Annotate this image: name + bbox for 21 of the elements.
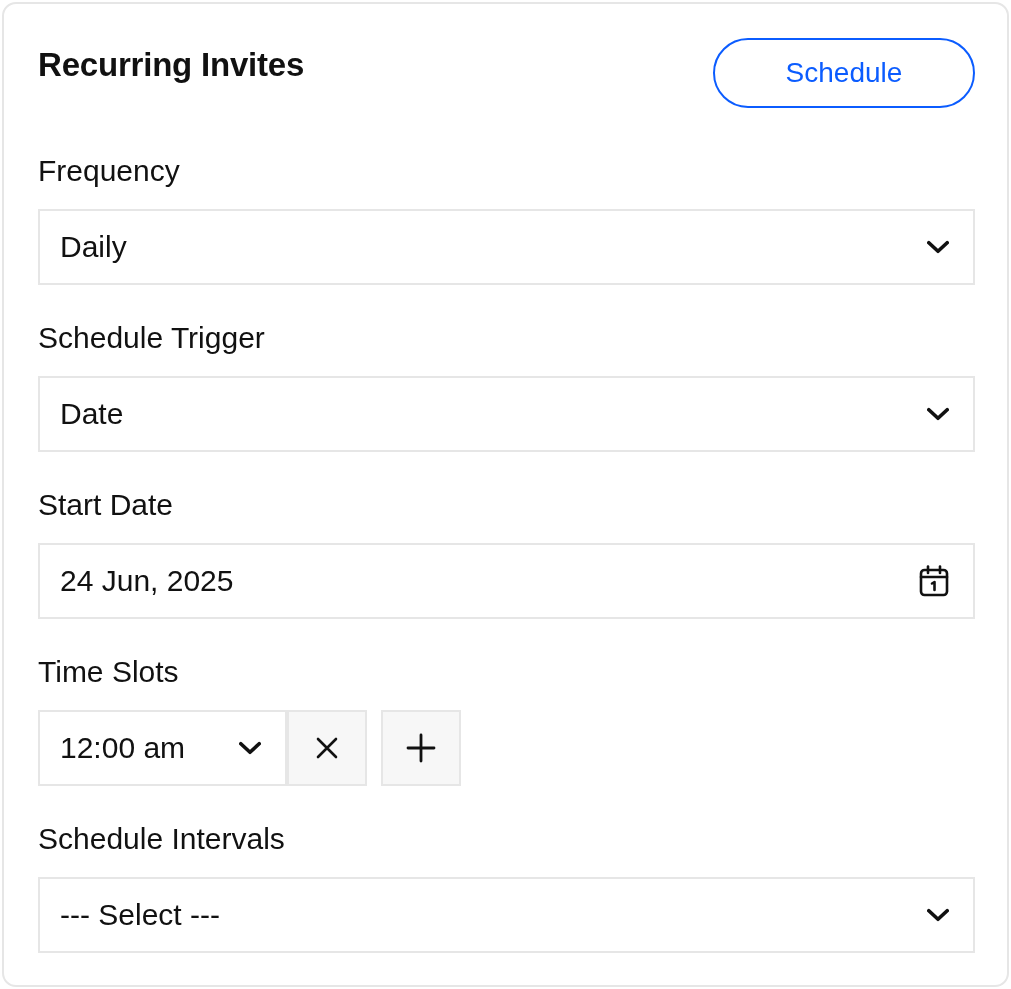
close-icon <box>316 737 338 759</box>
date-picker-field[interactable]: 24 Jun, 2025 <box>38 543 975 619</box>
select-field[interactable]: Daily <box>38 209 975 285</box>
chevron-down-icon <box>927 407 949 421</box>
add-slot-button[interactable] <box>381 710 461 786</box>
field-label: Frequency <box>38 154 180 188</box>
plus-icon <box>406 733 436 763</box>
field-label: Schedule Intervals <box>38 822 285 856</box>
time-select-field[interactable]: 12:00 am <box>38 710 287 786</box>
calendar-icon <box>919 565 949 597</box>
chevron-down-icon <box>927 908 949 922</box>
card-title: Recurring Invites <box>38 45 305 85</box>
select-field[interactable]: --- Select --- <box>38 877 975 953</box>
schedule-button[interactable]: Schedule <box>713 38 975 108</box>
remove-slot-button[interactable] <box>287 710 367 786</box>
field-label: Time Slots <box>38 655 179 689</box>
chevron-down-icon <box>239 741 261 755</box>
select-field[interactable]: Date <box>38 376 975 452</box>
field-label: Start Date <box>38 488 174 522</box>
chevron-down-icon <box>927 240 949 254</box>
field-label: Schedule Trigger <box>38 321 265 355</box>
